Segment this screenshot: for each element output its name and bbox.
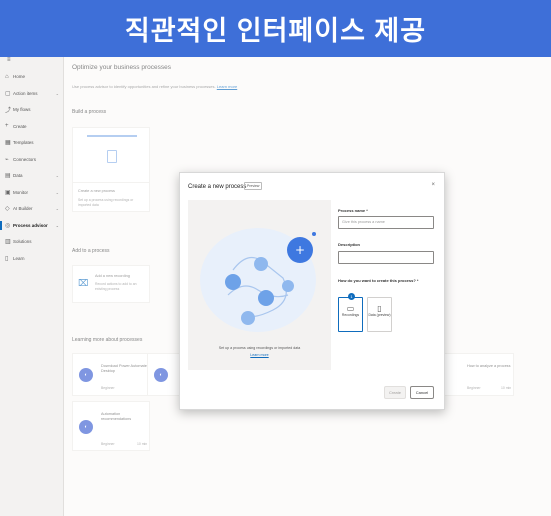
description-label: Description (338, 242, 361, 247)
create-process-dialog: Create a new process Preview × + Set up … (179, 172, 445, 410)
sidebar-item-home[interactable]: ⌂ Home (5, 70, 63, 83)
hamburger-icon[interactable]: ≡ (7, 57, 11, 63)
clipboard-icon: ▢ (5, 90, 11, 97)
sidebar-item-ai-builder[interactable]: ◇ AI Builder ⌄ (5, 202, 63, 215)
home-icon: ⌂ (5, 73, 9, 80)
monitor-icon: ▣ (5, 189, 11, 196)
sidebar-item-action-items[interactable]: ▢ Action items ⌄ (5, 87, 63, 100)
sidebar-item-label: AI Builder (13, 206, 33, 211)
process-map-graphic: + (200, 228, 316, 332)
sidebar-item-create[interactable]: + Create (5, 120, 63, 133)
chevron-down-icon[interactable]: ⌄ (56, 223, 59, 228)
description-input[interactable] (338, 251, 434, 264)
process-illustration: + Set up a process using recordings or i… (188, 200, 331, 370)
data-option[interactable]: ▯ Data (preview) (367, 297, 392, 332)
sidebar-item-process-advisor[interactable]: ◎ Process advisor ⌄ (0, 219, 63, 232)
plus-icon: + (5, 123, 9, 129)
connector-icon: ⌁ (5, 156, 9, 163)
preview-badge: Preview (244, 182, 263, 190)
sidebar-item-label: Templates (13, 140, 34, 145)
close-icon[interactable]: × (431, 182, 435, 188)
sidebar-item-learn[interactable]: ▯ Learn (5, 252, 63, 265)
title-banner-row: 직관적인 인터페이스 제공 (0, 0, 551, 57)
process-name-input[interactable]: Give this process a name (338, 216, 434, 229)
recordings-label: Recordings (341, 313, 360, 317)
templates-icon: ▦ (5, 140, 11, 146)
sidebar-item-solutions[interactable]: ▥ Solutions (5, 235, 63, 248)
selected-badge: 1 (348, 293, 355, 300)
illustration-caption: Set up a process using recordings or imp… (218, 346, 301, 350)
recordings-icon: ▭ (346, 304, 355, 313)
recordings-option[interactable]: 1 ▭ Recordings (338, 293, 363, 332)
sidebar-item-label: Home (13, 74, 26, 79)
create-method-label: How do you want to create this process? … (338, 278, 419, 283)
solutions-icon: ▥ (5, 239, 11, 245)
chevron-down-icon[interactable]: ⌄ (56, 173, 59, 178)
process-icon: ◎ (5, 222, 11, 229)
sidebar-item-label: My flows (13, 107, 31, 112)
sidebar-item-label: Data (13, 173, 23, 178)
dialog-title: Create a new process (188, 184, 247, 190)
svg-text:+: + (295, 243, 305, 257)
cancel-button[interactable]: Cancel (410, 386, 434, 399)
sidebar-item-label: Process advisor (13, 222, 48, 228)
chevron-down-icon[interactable]: ⌄ (56, 190, 59, 195)
sidebar-item-data[interactable]: ▤ Data ⌄ (5, 169, 63, 182)
sidebar-item-label: Create (13, 123, 27, 129)
create-button[interactable]: Create (384, 386, 406, 399)
chevron-down-icon[interactable]: ⌄ (56, 206, 59, 211)
data-label: Data (preview) (368, 313, 391, 317)
sidebar-item-connectors[interactable]: ⌁ Connectors (5, 153, 63, 166)
data-icon: ▤ (5, 173, 11, 179)
sidebar-item-label: Action items (13, 90, 38, 96)
learn-icon: ▯ (5, 255, 9, 262)
illustration-learn-more-link[interactable]: Learn more (188, 353, 331, 357)
banner-text: 직관적인 인터페이스 제공 (124, 16, 427, 46)
data-icon: ▯ (377, 304, 382, 313)
sidebar-item-monitor[interactable]: ▣ Monitor ⌄ (5, 186, 63, 199)
sidebar: ≡ ⌂ Home ▢ Action items ⌄ ⤴ My flows + Create ▦ Te… (0, 57, 64, 516)
process-name-label: Process name * (338, 208, 368, 213)
sidebar-item-label: Solutions (13, 239, 32, 244)
flow-icon: ⤴ (5, 108, 12, 114)
sidebar-item-templates[interactable]: ▦ Templates (5, 136, 63, 149)
main-content: Optimize your business processes Use pro… (64, 57, 551, 516)
app-window: ≡ ⌂ Home ▢ Action items ⌄ ⤴ My flows + Create ▦ Te… (0, 57, 551, 516)
sidebar-item-label: Connectors (13, 156, 37, 162)
sidebar-item-label: Monitor (13, 189, 29, 195)
ai-icon: ◇ (5, 206, 10, 212)
sidebar-item-my-flows[interactable]: ⤴ My flows (5, 103, 63, 116)
sidebar-item-label: Learn (13, 255, 25, 261)
chevron-down-icon[interactable]: ⌄ (56, 91, 59, 96)
